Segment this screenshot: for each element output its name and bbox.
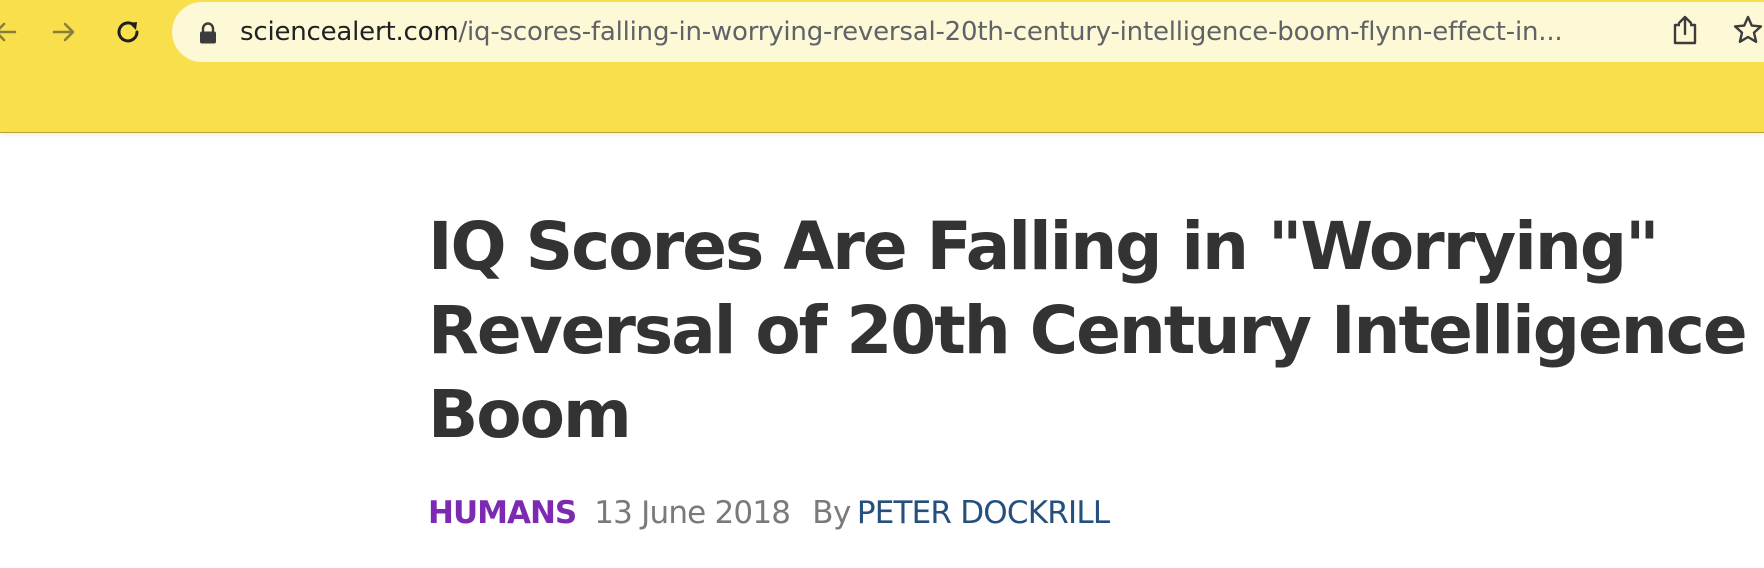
star-icon[interactable] (1732, 14, 1764, 46)
lock-icon[interactable] (198, 22, 218, 44)
publish-date: 13 June 2018 (594, 495, 791, 531)
forward-arrow-icon (52, 22, 75, 42)
share-icon[interactable] (1670, 14, 1700, 46)
url-domain: sciencealert.com (240, 17, 459, 47)
back-arrow-icon (0, 22, 17, 42)
article-header: IQ Scores Are Falling in "Worrying" Reve… (428, 205, 1748, 457)
category-link[interactable]: HUMANS (428, 495, 577, 531)
back-button[interactable] (0, 12, 26, 52)
reload-button[interactable] (108, 12, 148, 52)
article-meta: HUMANS 13 June 2018 By PETER DOCKRILL (428, 495, 1110, 531)
reload-icon (117, 21, 139, 43)
article-headline: IQ Scores Are Falling in "Worrying" Reve… (428, 208, 1748, 453)
forward-button[interactable] (44, 12, 84, 52)
url-text[interactable]: sciencealert.com/iq-scores-falling-in-wo… (240, 2, 1640, 62)
address-bar[interactable]: sciencealert.com/iq-scores-falling-in-wo… (172, 2, 1764, 62)
byline-prefix: By (812, 495, 851, 531)
url-path: /iq-scores-falling-in-worrying-reversal-… (458, 17, 1563, 47)
author-link[interactable]: PETER DOCKRILL (857, 495, 1110, 531)
browser-toolbar: sciencealert.com/iq-scores-falling-in-wo… (0, 0, 1764, 133)
